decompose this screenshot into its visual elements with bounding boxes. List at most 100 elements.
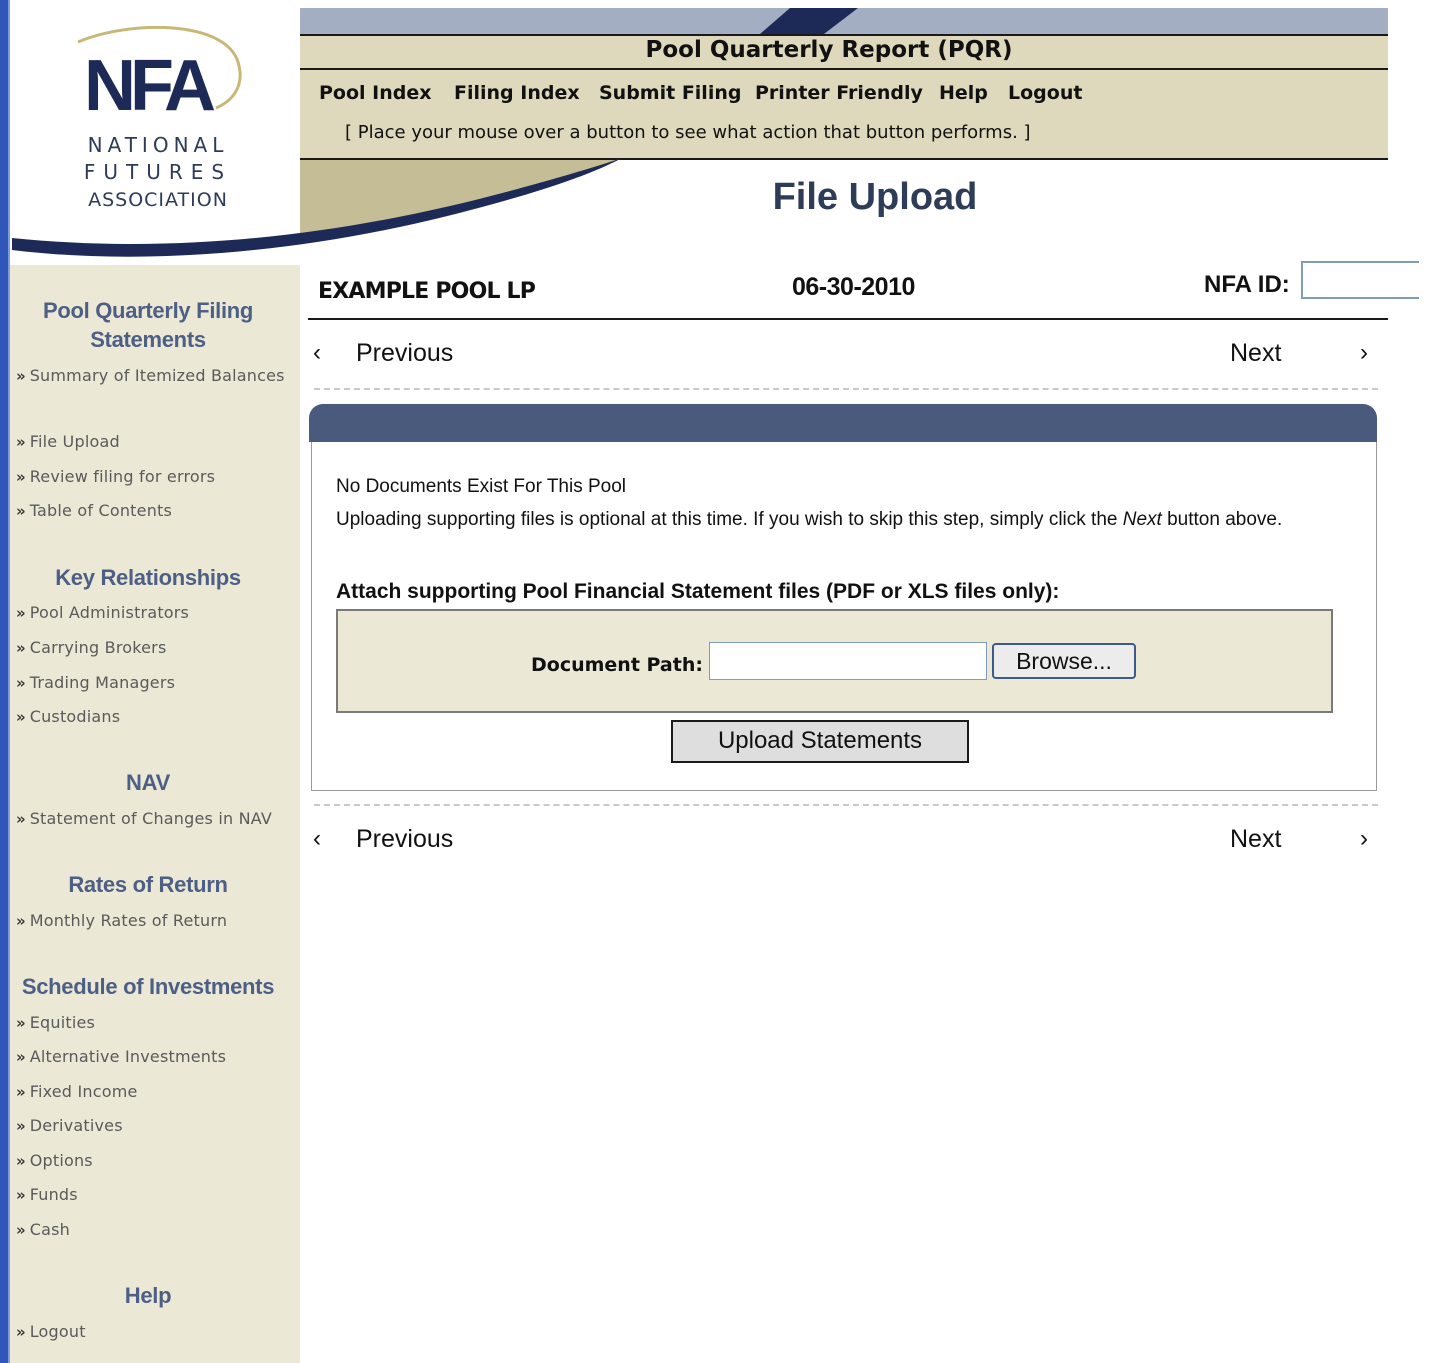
logo-line-association: ASSOCIATION <box>88 189 228 211</box>
sidebar-item-label: Funds <box>29 1185 78 1204</box>
sidebar-item-label: File Upload <box>29 432 120 451</box>
sidebar: Pool Quarterly Filing Statements » Summar… <box>10 265 300 1363</box>
app-title: Pool Quarterly Report (PQR) <box>645 37 1013 63</box>
sidebar-item-file-upload[interactable]: » File Upload <box>16 432 120 451</box>
nav-filing-index-button[interactable]: Filing Index <box>454 82 580 104</box>
nav-submit-filing-button[interactable]: Submit Filing <box>599 82 741 104</box>
sidebar-item-trading-managers[interactable]: » Trading Managers <box>16 673 175 692</box>
sidebar-item-carrying-brokers[interactable]: » Carrying Brokers <box>16 638 167 657</box>
double-chevron-icon: » <box>16 367 26 385</box>
dashed-divider <box>314 388 1378 390</box>
chevron-right-icon[interactable]: › <box>1360 825 1368 853</box>
no-documents-message: No Documents Exist For This Pool <box>336 476 627 497</box>
header-divider <box>300 68 1388 70</box>
double-chevron-icon: » <box>16 810 26 828</box>
previous-link-bottom[interactable]: Previous <box>356 825 453 854</box>
next-link-top[interactable]: Next <box>1230 339 1281 368</box>
attach-files-label: Attach supporting Pool Financial Stateme… <box>336 580 1060 603</box>
divider <box>308 318 1388 320</box>
sidebar-item-label: Logout <box>29 1322 86 1341</box>
sidebar-item-label: Review filing for errors <box>29 467 216 486</box>
sidebar-item-options[interactable]: » Options <box>16 1151 93 1170</box>
optional-upload-instructions: Uploading supporting files is optional a… <box>336 509 1282 531</box>
sidebar-item-label: Monthly Rates of Return <box>29 911 228 930</box>
panel-header <box>309 404 1377 442</box>
sidebar-item-funds[interactable]: » Funds <box>16 1185 78 1204</box>
sidebar-item-statement-of-changes-in-nav[interactable]: » Statement of Changes in NAV <box>16 809 272 828</box>
sidebar-item-label: Derivatives <box>29 1116 123 1135</box>
left-window-border <box>0 0 8 1363</box>
sidebar-item-equities[interactable]: » Equities <box>16 1013 95 1032</box>
double-chevron-icon: » <box>16 468 26 486</box>
sidebar-item-label: Summary of Itemized Balances <box>29 366 285 385</box>
sidebar-heading-nav: NAV <box>126 770 170 795</box>
button-hint-text: [ Place your mouse over a button to see … <box>345 122 1031 143</box>
document-path-input[interactable] <box>709 642 987 680</box>
period-date: 06-30-2010 <box>792 273 915 301</box>
sidebar-item-custodians[interactable]: » Custodians <box>16 707 120 726</box>
sidebar-item-logout[interactable]: » Logout <box>16 1322 86 1341</box>
sidebar-heading-key-relationships: Key Relationships <box>55 565 241 590</box>
double-chevron-icon: » <box>16 639 26 657</box>
nav-printer-friendly-button[interactable]: Printer Friendly <box>755 82 923 104</box>
dashed-divider <box>314 804 1378 806</box>
sidebar-heading-pool-quarterly-filing: Pool Quarterly Filing Statements <box>42 298 254 352</box>
nfa-id-field[interactable] <box>1301 261 1419 299</box>
sidebar-item-summary-of-itemized-balances[interactable]: » Summary of Itemized Balances <box>16 361 296 391</box>
double-chevron-icon: » <box>16 1014 26 1032</box>
sidebar-heading-help: Help <box>124 1283 172 1308</box>
logo-line-national: NATIONAL <box>88 133 229 157</box>
sidebar-item-label: Fixed Income <box>29 1082 138 1101</box>
previous-link-top[interactable]: Previous <box>356 339 453 368</box>
sidebar-item-label: Carrying Brokers <box>29 638 167 657</box>
sidebar-item-derivatives[interactable]: » Derivatives <box>16 1116 123 1135</box>
nfa-logo: NFA NATIONAL FUTURES ASSOCIATION <box>20 22 296 232</box>
chevron-right-icon[interactable]: › <box>1360 339 1368 367</box>
sidebar-heading-rates-of-return: Rates of Return <box>68 872 228 897</box>
sidebar-item-label: Table of Contents <box>29 501 173 520</box>
double-chevron-icon: » <box>16 1186 26 1204</box>
double-chevron-icon: » <box>16 502 26 520</box>
double-chevron-icon: » <box>16 1083 26 1101</box>
sidebar-item-label: Equities <box>29 1013 96 1032</box>
nav-help-button[interactable]: Help <box>939 82 988 104</box>
double-chevron-icon: » <box>16 1117 26 1135</box>
sidebar-item-label: Trading Managers <box>29 673 176 692</box>
document-path-label: Document Path: <box>531 654 703 676</box>
double-chevron-icon: » <box>16 1221 26 1239</box>
logo-line-futures: FUTURES <box>84 160 232 184</box>
sidebar-item-label: Options <box>29 1151 93 1170</box>
sidebar-item-pool-administrators[interactable]: » Pool Administrators <box>16 603 189 622</box>
sidebar-item-table-of-contents[interactable]: » Table of Contents <box>16 501 172 520</box>
nav-logout-button[interactable]: Logout <box>1008 82 1082 104</box>
double-chevron-icon: » <box>16 912 26 930</box>
sidebar-item-cash[interactable]: » Cash <box>16 1220 70 1239</box>
nav-pool-index-button[interactable]: Pool Index <box>319 82 432 104</box>
double-chevron-icon: » <box>16 1323 26 1341</box>
sidebar-item-label: Custodians <box>29 707 121 726</box>
browse-button[interactable]: Browse... <box>992 643 1136 679</box>
instructions-text-start: Uploading supporting files is optional a… <box>336 509 1123 530</box>
sidebar-item-label: Cash <box>29 1220 70 1239</box>
logo-mark-text: NFA <box>84 46 215 126</box>
chevron-left-icon[interactable]: ‹ <box>313 339 321 367</box>
sidebar-item-monthly-rates-of-return[interactable]: » Monthly Rates of Return <box>16 911 227 930</box>
sidebar-item-alternative-investments[interactable]: » Alternative Investments <box>16 1047 226 1066</box>
chevron-left-icon[interactable]: ‹ <box>313 825 321 853</box>
double-chevron-icon: » <box>16 1152 26 1170</box>
nfa-id-label: NFA ID: <box>1204 271 1290 298</box>
instructions-next-emphasis: Next <box>1122 509 1162 530</box>
sidebar-item-fixed-income[interactable]: » Fixed Income <box>16 1082 138 1101</box>
sidebar-heading-schedule-of-investments: Schedule of Investments <box>21 974 275 999</box>
sidebar-item-review-filing[interactable]: » Review filing for errors <box>16 467 215 486</box>
instructions-text-end: button above. <box>1161 509 1283 530</box>
header-top-strip <box>300 8 1388 34</box>
nfa-logo-mark: NFA NATIONAL FUTURES ASSOCIATION <box>77 25 242 211</box>
sidebar-item-label: Alternative Investments <box>29 1047 227 1066</box>
double-chevron-icon: » <box>16 708 26 726</box>
next-link-bottom[interactable]: Next <box>1230 825 1281 854</box>
pool-name: EXAMPLE POOL LP <box>318 279 536 304</box>
page-title: File Upload <box>772 176 978 218</box>
double-chevron-icon: » <box>16 674 26 692</box>
upload-statements-button[interactable]: Upload Statements <box>671 720 969 763</box>
